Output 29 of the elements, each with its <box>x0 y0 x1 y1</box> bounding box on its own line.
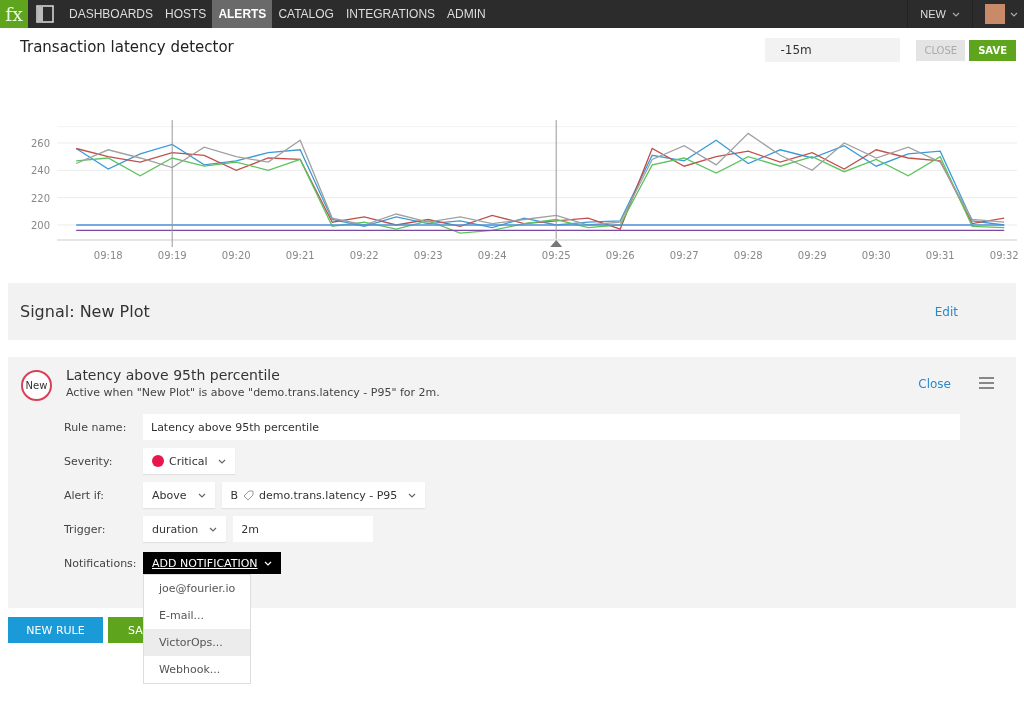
y-axis-label: 260 <box>30 138 50 149</box>
x-axis-label: 09:23 <box>413 250 443 261</box>
x-axis-label: 09:19 <box>157 250 187 261</box>
x-axis-label: 09:31 <box>925 250 955 261</box>
y-axis-label: 240 <box>30 165 50 177</box>
x-axis-label: 09:28 <box>733 250 763 261</box>
signal-title: Signal: New Plot <box>20 302 151 321</box>
field-label: Alert if: <box>64 488 105 502</box>
x-axis-label: 09:30 <box>861 250 891 261</box>
x-axis-label: 09:24 <box>477 250 507 261</box>
rule-summary: Active when "New Plot" is above "demo.trans.latency - P95" for 2m. <box>66 386 441 399</box>
x-axis-label: 09:26 <box>605 250 635 261</box>
y-axis-label: 200 <box>30 219 50 231</box>
x-axis-label: 09:22 <box>349 250 379 261</box>
x-axis-label: 09:27 <box>669 250 699 261</box>
field-label: Notifications: <box>64 556 136 570</box>
new-badge: New <box>21 370 52 401</box>
detector-title: Transaction latency detector <box>20 38 234 56</box>
field-label: Trigger: <box>64 522 107 536</box>
x-axis-label: 09:20 <box>221 250 251 261</box>
y-axis-label: 220 <box>30 192 50 204</box>
x-axis-label: 09:18 <box>93 250 123 261</box>
x-axis-label: 09:25 <box>541 250 571 261</box>
x-axis-label: 09:21 <box>285 250 315 261</box>
x-axis-label: 09:32 <box>989 250 1019 261</box>
field-label: Rule name: <box>64 420 128 434</box>
field-label: Severity: <box>64 454 114 468</box>
x-axis-label: 09:29 <box>797 250 827 261</box>
rule-title: Latency above 95th percentile <box>66 367 281 383</box>
